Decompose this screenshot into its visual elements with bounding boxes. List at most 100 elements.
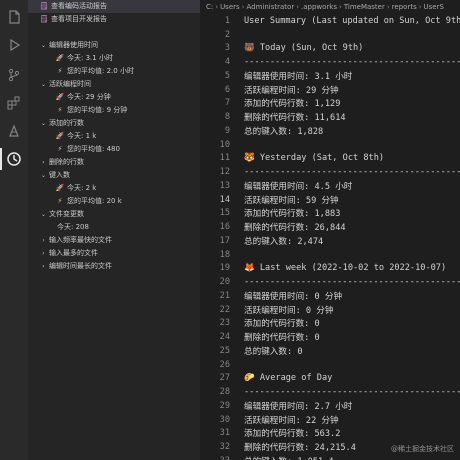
line-number: 16 bbox=[219, 222, 230, 233]
chevron-right-icon: › bbox=[42, 237, 45, 244]
line-number: 8 bbox=[224, 112, 230, 123]
line-text: 活跃编程时间: 59 分钟 bbox=[244, 195, 339, 206]
code-line: 9 总的键入数: 1,828 bbox=[200, 124, 460, 138]
sidebar-tree-item[interactable]: › 删除的行数 bbox=[28, 156, 200, 169]
line-number: 31 bbox=[219, 428, 230, 439]
sidebar-item-label: 查看编码活动报告 bbox=[51, 2, 107, 10]
sidebar-tree-item[interactable]: 今天: 208 bbox=[28, 221, 200, 234]
lightning-icon: ⚡ bbox=[57, 106, 63, 114]
breadcrumb-item[interactable]: TimeMaster bbox=[344, 3, 385, 11]
line-number: 4 bbox=[224, 57, 230, 68]
line-number: 21 bbox=[219, 290, 230, 301]
code-line: 15 添加的代码行数: 1,883 bbox=[200, 207, 460, 221]
run-debug-icon[interactable] bbox=[0, 32, 28, 58]
breadcrumb-item[interactable]: C: bbox=[206, 3, 213, 11]
line-number: 27 bbox=[219, 373, 230, 384]
sidebar-tree-item[interactable]: ⚡ 您的平均值: 9 分钟 bbox=[28, 104, 200, 117]
code-line: 2 bbox=[200, 28, 460, 42]
sidebar-tree-item[interactable]: › 输入最多的文件 bbox=[28, 247, 200, 260]
rocket-icon: 🚀 bbox=[55, 184, 65, 192]
breadcrumb-item[interactable]: Users bbox=[220, 3, 240, 11]
code-line: 33总的键入数: 1,051.4 bbox=[200, 454, 460, 460]
code-line: 30 活跃编程时间: 22 分钟 bbox=[200, 413, 460, 427]
code-line: 18 bbox=[200, 248, 460, 262]
breadcrumb-separator: › bbox=[339, 3, 342, 11]
line-number: 30 bbox=[219, 414, 230, 425]
sidebar-tree-item[interactable] bbox=[28, 26, 200, 39]
line-number: 15 bbox=[219, 208, 230, 219]
line-number: 24 bbox=[219, 332, 230, 343]
sidebar-item-label: 您的平均值: 9 分钟 bbox=[67, 106, 128, 114]
sidebar-item-label: 编辑时间最长的文件 bbox=[49, 262, 112, 270]
sidebar-tree-item[interactable]: ⌄ 添加的行数 bbox=[28, 117, 200, 130]
line-text: 编辑器使用时间: 3.1 小时 bbox=[244, 71, 353, 82]
line-number: 18 bbox=[219, 249, 230, 260]
line-number: 1 bbox=[224, 15, 230, 26]
line-text: 🐯 Yesterday (Sat, Oct 8th) bbox=[244, 153, 385, 164]
sidebar-item-label: 编辑器使用时间 bbox=[49, 41, 98, 49]
sidebar-tree-item[interactable]: ⌄ 键入数 bbox=[28, 169, 200, 182]
code-view[interactable]: 1 User Summary (Last updated on Sun, Oct … bbox=[200, 14, 460, 460]
line-text: 🦊 Last week (2022-10-02 to 2022-10-07) bbox=[244, 263, 447, 274]
line-text: 编辑器使用时间: 0 分钟 bbox=[244, 291, 343, 302]
line-number: 22 bbox=[219, 304, 230, 315]
sidebar-item-label: 今天: 1 k bbox=[67, 132, 97, 140]
code-line: 12 --------------------------------------… bbox=[200, 165, 460, 179]
line-text: 编辑器使用时间: 4.5 小时 bbox=[244, 181, 353, 192]
code-line: 19 🦊 Last week (2022-10-02 to 2022-10-07) bbox=[200, 262, 460, 276]
sidebar-tree-item[interactable]: › 编辑时间最长的文件 bbox=[28, 260, 200, 273]
files-icon[interactable] bbox=[0, 4, 28, 30]
sidebar-tree-item[interactable]: 🚀 今天: 2 k bbox=[28, 182, 200, 195]
timemaster-icon[interactable] bbox=[0, 146, 28, 172]
sidebar-item-label: 今天: 208 bbox=[57, 223, 89, 231]
code-line: 26 bbox=[200, 358, 460, 372]
code-line: 14 活跃编程时间: 59 分钟 bbox=[200, 193, 460, 207]
breadcrumb-separator: › bbox=[241, 3, 245, 11]
sidebar-tree-item[interactable]: ⌄ 文件变更数 bbox=[28, 208, 200, 221]
timemaster-sidebar: 🗒 查看编码活动报告 🗒 查看项目开发报告 ⌄ 编辑器使用时间 🚀 今天: 3.1 小时 ⚡ 您的… bbox=[28, 0, 200, 460]
line-text: 总的键入数: 1,051.4 bbox=[230, 455, 334, 460]
sidebar-item-label: 查看项目开发报告 bbox=[51, 15, 107, 23]
sidebar-tree-item[interactable]: › 输入频率最快的文件 bbox=[28, 234, 200, 247]
testing-icon[interactable] bbox=[0, 118, 28, 144]
sidebar-tree-item[interactable]: 🗒 查看项目开发报告 bbox=[28, 13, 200, 26]
sidebar-tree-item[interactable]: ⚡ 您的平均值: 480 bbox=[28, 143, 200, 156]
breadcrumb-item[interactable]: reports bbox=[392, 3, 417, 11]
code-line: 21 编辑器使用时间: 0 分钟 bbox=[200, 289, 460, 303]
code-line: 10 bbox=[200, 138, 460, 152]
activity-bar bbox=[0, 0, 29, 460]
sidebar-tree-item[interactable]: ⌄ 编辑器使用时间 bbox=[28, 39, 200, 52]
breadcrumb-separator: › bbox=[386, 3, 390, 11]
sidebar-item-label: 今天: 2 k bbox=[67, 184, 97, 192]
line-number: 9 bbox=[224, 125, 230, 136]
sidebar-item-label: 您的平均值: 20 k bbox=[67, 197, 122, 205]
code-line: 23 添加的代码行数: 0 bbox=[200, 317, 460, 331]
line-number: 5 bbox=[224, 70, 230, 81]
extensions-icon[interactable] bbox=[0, 90, 28, 116]
line-text: 活跃编程时间: 22 分钟 bbox=[244, 415, 339, 426]
sidebar-tree-item[interactable]: ⚡ 您的平均值: 2.0 小时 bbox=[28, 65, 200, 78]
sidebar-tree-item[interactable]: 🗒 查看编码活动报告 bbox=[28, 0, 200, 13]
code-line: 27 🌮 Average of Day bbox=[200, 372, 460, 386]
sidebar-tree-item[interactable]: 🚀 今天: 1 k bbox=[28, 130, 200, 143]
line-text: 总的键入数: 1,828 bbox=[244, 126, 324, 137]
line-text: 🐻 Today (Sun, Oct 9th) bbox=[244, 43, 364, 54]
source-control-icon[interactable] bbox=[0, 62, 28, 88]
line-text: 总的键入数: 0 bbox=[244, 346, 303, 357]
sidebar-tree-item[interactable]: ⌄ 活跃编程时间 bbox=[28, 78, 200, 91]
line-text: 添加的代码行数: 1,129 bbox=[244, 99, 341, 110]
code-line: 13 编辑器使用时间: 4.5 小时 bbox=[200, 179, 460, 193]
sidebar-tree-item[interactable]: 🚀 今天: 3.1 小时 bbox=[28, 52, 200, 65]
code-line: 4 ---------------------------------------… bbox=[200, 55, 460, 69]
breadcrumb-item[interactable]: UserS bbox=[424, 3, 444, 11]
breadcrumb-item[interactable]: Administrator bbox=[246, 3, 294, 11]
sidebar-tree-item[interactable]: 🚀 今天: 29 分钟 bbox=[28, 91, 200, 104]
watermark: @稀土掘金技术社区 bbox=[391, 445, 454, 453]
line-text: ----------------------------------------… bbox=[244, 57, 460, 68]
breadcrumb-separator: › bbox=[418, 3, 422, 11]
breadcrumb-item[interactable]: .appworks bbox=[301, 3, 337, 11]
code-line: 22 活跃编程时间: 0 分钟 bbox=[200, 303, 460, 317]
sidebar-item-label: 文件变更数 bbox=[49, 210, 84, 218]
sidebar-tree-item[interactable]: ⚡ 您的平均值: 20 k bbox=[28, 195, 200, 208]
chevron-down-icon: ⌄ bbox=[40, 81, 47, 88]
